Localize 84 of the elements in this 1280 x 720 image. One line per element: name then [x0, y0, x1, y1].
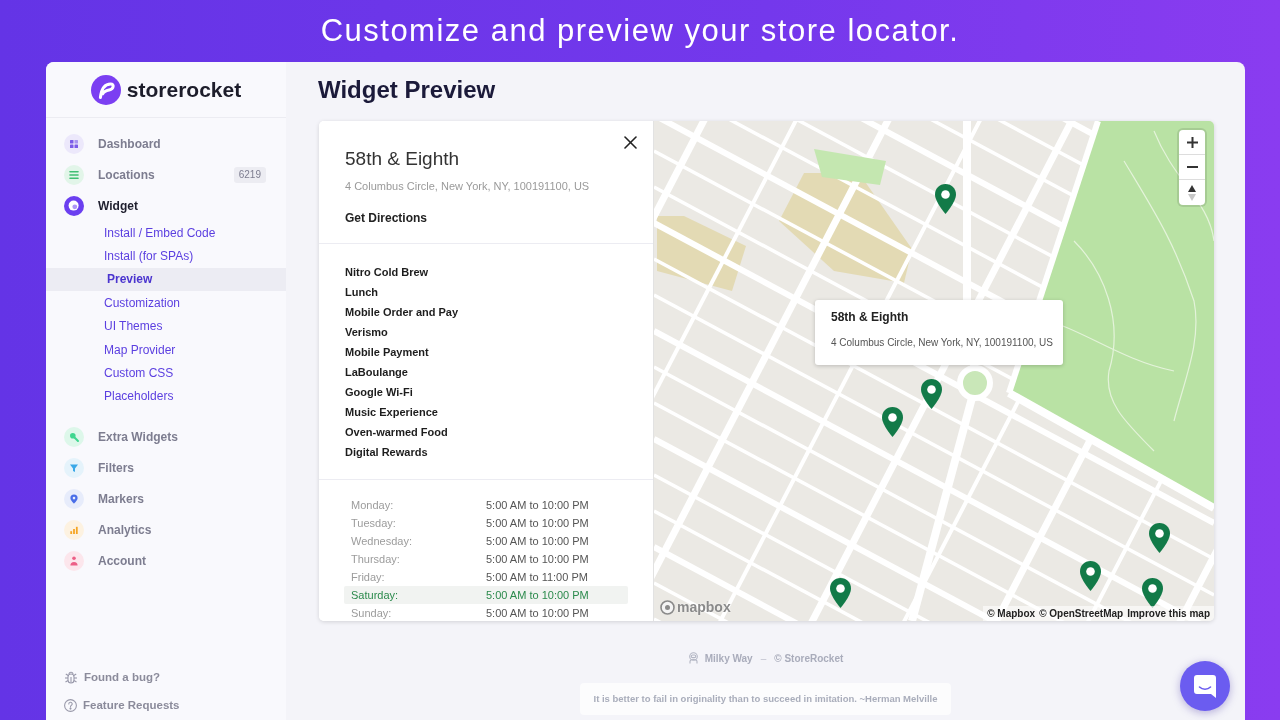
- map-pin-icon[interactable]: [921, 379, 942, 409]
- hours-day: Sunday:: [351, 607, 486, 619]
- nav-item[interactable]: Markers: [46, 483, 286, 515]
- separator-text: –: [760, 652, 767, 664]
- nav-subitem[interactable]: Placeholders: [46, 384, 286, 409]
- attribution-link[interactable]: © OpenStreetMap: [1039, 607, 1124, 620]
- store-name: 58th & Eighth: [345, 147, 461, 171]
- directions-link[interactable]: Get Directions: [345, 210, 590, 226]
- banner-title: Customize and preview your store locator.: [320, 13, 960, 49]
- nav-item[interactable]: Filters: [46, 452, 286, 484]
- close-icon: [624, 136, 637, 149]
- feature-item: Mobile Payment: [345, 345, 430, 360]
- count-badge: 6219: [233, 166, 266, 183]
- bug-icon: [64, 670, 78, 684]
- feature-item: Lunch: [345, 285, 379, 300]
- magnifier-icon: [64, 426, 84, 447]
- funnel-icon: [64, 457, 84, 478]
- nav-item[interactable]: Account: [46, 545, 286, 577]
- nav-subitem[interactable]: UI Themes: [46, 314, 286, 338]
- hours-day: Tuesday:: [351, 517, 486, 529]
- bar-chart-icon: [64, 519, 84, 540]
- attribution-link[interactable]: © Mapbox: [987, 607, 1036, 620]
- hours-day: Monday:: [351, 499, 486, 511]
- map-pin-icon[interactable]: [882, 407, 903, 437]
- nav-item[interactable]: Dashboard: [46, 128, 286, 159]
- hours-time: 5:00 AM to 10:00 PM: [486, 607, 589, 619]
- grid-icon: [64, 133, 84, 154]
- feature-item: Music Experience: [345, 405, 439, 420]
- compass-icon: [1188, 184, 1196, 201]
- attribution-link[interactable]: Improve this map: [1127, 607, 1210, 620]
- chat-icon: [1194, 674, 1216, 698]
- help-icon: [64, 698, 77, 712]
- nav-item[interactable]: Extra Widgets: [46, 421, 286, 453]
- feature-item: Oven-warmed Food: [345, 425, 449, 440]
- person-icon: [64, 550, 84, 571]
- nav-subitem[interactable]: Custom CSS: [46, 361, 286, 385]
- popup-address: 4 Columbus Circle, New York, NY, 100191100, US: [831, 336, 1053, 349]
- store-address: 4 Columbus Circle, New York, NY, 100191100, US: [345, 179, 590, 193]
- hours-day: Thursday:: [351, 553, 486, 565]
- feature-item: Mobile Order and Pay: [345, 305, 460, 320]
- pin-icon: [64, 488, 84, 509]
- hours-day: Saturday:: [351, 589, 486, 601]
- nav-subitem[interactable]: Map Provider: [46, 337, 286, 362]
- nav-item[interactable]: Widget: [46, 190, 286, 221]
- map-pin-icon[interactable]: [935, 184, 956, 214]
- page-title: Widget Preview: [318, 75, 497, 105]
- hours-day: Friday:: [351, 571, 486, 583]
- nav-subitem[interactable]: Preview: [46, 267, 286, 292]
- feature-item: LaBoulange: [345, 365, 409, 380]
- list-icon: [64, 164, 84, 185]
- hours-time: 5:00 AM to 10:00 PM: [486, 553, 589, 565]
- feature-item: Verismo: [345, 325, 389, 340]
- map-pin-icon[interactable]: [1149, 523, 1170, 553]
- minus-icon: [1186, 166, 1198, 168]
- feature-item: Google Wi-Fi: [345, 385, 414, 400]
- nav-item[interactable]: Analytics: [46, 514, 286, 546]
- copyright-text: © StoreRocket: [774, 652, 844, 664]
- astronaut-icon: [687, 652, 699, 664]
- hours-time: 5:00 AM to 10:00 PM: [486, 535, 589, 547]
- ring-icon: [64, 195, 84, 216]
- nav-subitem[interactable]: Customization: [46, 291, 286, 315]
- map-pin-icon[interactable]: [1080, 561, 1101, 591]
- hours-time: 5:00 AM to 11:00 PM: [486, 571, 588, 583]
- site-name: Milky Way: [704, 652, 753, 664]
- feature-item: Digital Rewards: [345, 445, 429, 460]
- hours-time: 5:00 AM to 10:00 PM: [486, 499, 589, 511]
- brand-name: storerocket: [126, 76, 242, 103]
- map-pin-icon[interactable]: [1142, 578, 1163, 608]
- hours-time: 5:00 AM to 10:00 PM: [486, 589, 589, 601]
- hours-time: 5:00 AM to 10:00 PM: [486, 517, 589, 529]
- quote-text: It is better to fail in originality than to succeed in imitation. ~Herman Melville: [579, 683, 952, 715]
- nav-subitem[interactable]: Install / Embed Code: [46, 221, 286, 245]
- nav-subitem[interactable]: Install (for SPAs): [46, 244, 286, 268]
- plus-icon: [1186, 136, 1198, 148]
- nav-item[interactable]: Locations 6219: [46, 159, 286, 190]
- provider-name: mapbox: [677, 599, 731, 615]
- logo-icon: [660, 599, 675, 615]
- hours-day: Wednesday:: [351, 535, 486, 547]
- popup-title: 58th & Eighth: [831, 309, 910, 325]
- map-pin-icon[interactable]: [830, 578, 851, 608]
- feature-item: Nitro Cold Brew: [345, 265, 430, 280]
- logo-icon: [90, 74, 121, 105]
- close-button[interactable]: [624, 136, 637, 149]
- feature-requests-link[interactable]: Feature Requests: [64, 691, 286, 719]
